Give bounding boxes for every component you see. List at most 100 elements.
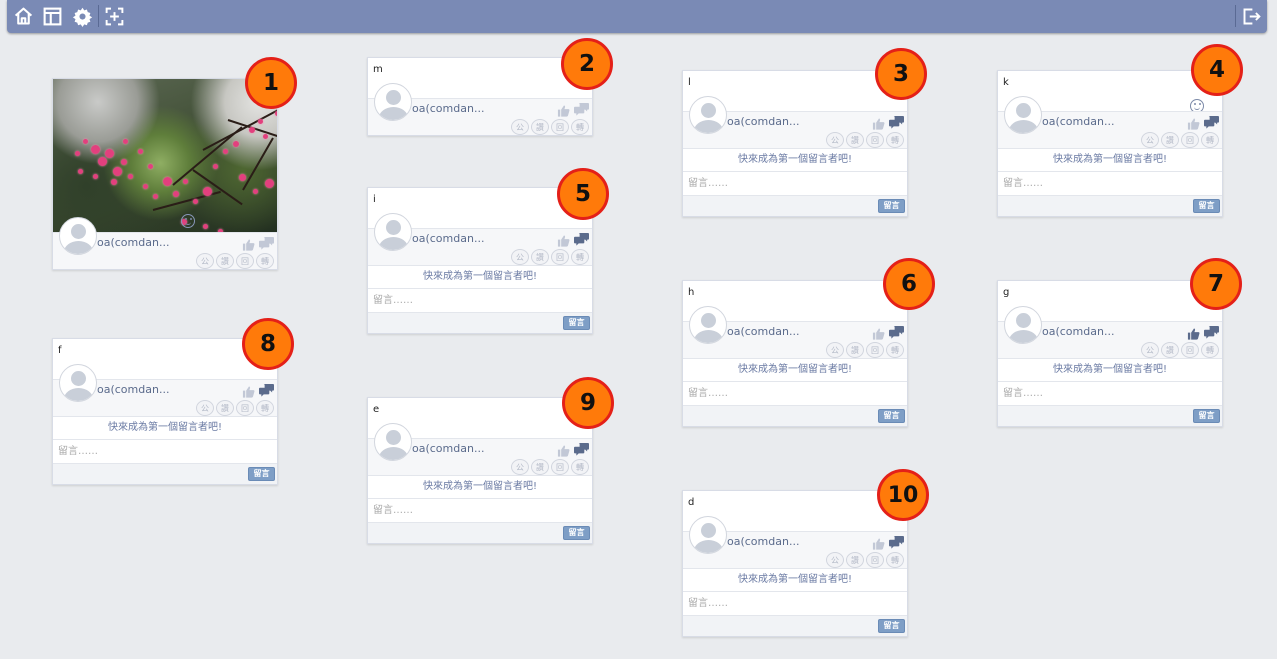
like-icon[interactable] [242,236,255,251]
note-card[interactable]: k oa(comdan... 公讚回轉快來成為第一個留言者吧! 留言…… 留言 [997,70,1223,217]
action-circle-button[interactable]: 公 [511,249,529,265]
comment-input[interactable]: 留言…… [998,381,1222,405]
comment-input[interactable]: 留言…… [368,498,592,522]
add-frame-icon[interactable] [102,4,126,28]
comment-icon[interactable] [889,534,904,549]
comment-icon[interactable] [259,235,274,250]
action-circle-button[interactable]: 回 [866,342,884,358]
action-circle-button[interactable]: 回 [1181,132,1199,148]
comment-input[interactable]: 留言…… [368,288,592,312]
like-icon[interactable] [872,325,885,340]
post-comment-button[interactable]: 留言 [878,619,905,633]
author-name[interactable]: oa(comdan... [412,442,484,455]
note-card[interactable]: i oa(comdan... 公讚回轉快來成為第一個留言者吧! 留言…… 留言 [367,187,593,334]
action-circle-button[interactable]: 讚 [846,132,864,148]
comment-input[interactable]: 留言…… [683,591,907,615]
action-circle-button[interactable]: 公 [196,253,214,269]
post-comment-button[interactable]: 留言 [878,199,905,213]
action-circle-button[interactable]: 回 [866,552,884,568]
action-circle-button[interactable]: 公 [826,132,844,148]
action-circle-button[interactable]: 公 [196,400,214,416]
like-icon[interactable] [872,535,885,550]
action-circle-button[interactable]: 公 [826,552,844,568]
action-circle-button[interactable]: 讚 [531,459,549,475]
note-card[interactable]: oa(comdan... 公讚回轉 [52,78,278,270]
author-name[interactable]: oa(comdan... [412,102,484,115]
comment-input[interactable]: 留言…… [53,439,277,463]
comment-icon[interactable] [574,231,589,246]
action-circle-button[interactable]: 轉 [886,552,904,568]
action-circle-button[interactable]: 讚 [846,342,864,358]
post-comment-button[interactable]: 留言 [563,526,590,540]
action-circle-button[interactable]: 讚 [531,119,549,135]
avatar[interactable] [1004,96,1042,134]
comment-input[interactable]: 留言…… [998,171,1222,195]
like-icon[interactable] [1187,325,1200,340]
note-card[interactable]: l oa(comdan... 公讚回轉快來成為第一個留言者吧! 留言…… 留言 [682,70,908,217]
action-circle-button[interactable]: 轉 [571,459,589,475]
action-circle-button[interactable]: 讚 [1161,132,1179,148]
gear-icon[interactable] [70,4,94,28]
author-name[interactable]: oa(comdan... [727,115,799,128]
note-card[interactable]: e oa(comdan... 公讚回轉快來成為第一個留言者吧! 留言…… 留言 [367,397,593,544]
author-name[interactable]: oa(comdan... [1042,115,1114,128]
author-name[interactable]: oa(comdan... [97,383,169,396]
action-circle-button[interactable]: 轉 [886,342,904,358]
comment-icon[interactable] [259,382,274,397]
note-card[interactable]: d oa(comdan... 公讚回轉快來成為第一個留言者吧! 留言…… 留言 [682,490,908,637]
action-circle-button[interactable]: 回 [1181,342,1199,358]
like-icon[interactable] [242,383,255,398]
logout-icon[interactable] [1239,4,1263,28]
like-icon[interactable] [557,232,570,247]
action-circle-button[interactable]: 轉 [256,400,274,416]
note-card[interactable]: h oa(comdan... 公讚回轉快來成為第一個留言者吧! 留言…… 留言 [682,280,908,427]
action-circle-button[interactable]: 轉 [886,132,904,148]
action-circle-button[interactable]: 公 [511,119,529,135]
action-circle-button[interactable]: 公 [511,459,529,475]
comment-icon[interactable] [574,101,589,116]
avatar[interactable] [689,516,727,554]
avatar[interactable] [59,364,97,402]
post-comment-button[interactable]: 留言 [248,467,275,481]
like-icon[interactable] [872,115,885,130]
action-circle-button[interactable]: 讚 [216,253,234,269]
action-circle-button[interactable]: 公 [1141,342,1159,358]
avatar[interactable] [1004,306,1042,344]
action-circle-button[interactable]: 回 [551,119,569,135]
note-card[interactable]: g oa(comdan... 公讚回轉快來成為第一個留言者吧! 留言…… 留言 [997,280,1223,427]
author-name[interactable]: oa(comdan... [727,325,799,338]
note-card[interactable]: m oa(comdan... 公讚回轉 [367,57,593,136]
action-circle-button[interactable]: 回 [236,400,254,416]
action-circle-button[interactable]: 轉 [571,249,589,265]
action-circle-button[interactable]: 轉 [571,119,589,135]
action-circle-button[interactable]: 讚 [531,249,549,265]
post-comment-button[interactable]: 留言 [1193,199,1220,213]
avatar[interactable] [374,213,412,251]
action-circle-button[interactable]: 讚 [846,552,864,568]
action-circle-button[interactable]: 轉 [1201,342,1219,358]
layout-icon[interactable] [40,4,64,28]
like-icon[interactable] [557,102,570,117]
action-circle-button[interactable]: 回 [551,459,569,475]
comment-icon[interactable] [1204,324,1219,339]
avatar[interactable] [689,96,727,134]
action-circle-button[interactable]: 回 [866,132,884,148]
post-comment-button[interactable]: 留言 [1193,409,1220,423]
avatar[interactable] [59,217,97,255]
note-card[interactable]: f oa(comdan... 公讚回轉快來成為第一個留言者吧! 留言…… 留言 [52,338,278,485]
comment-input[interactable]: 留言…… [683,171,907,195]
like-icon[interactable] [1187,115,1200,130]
comment-icon[interactable] [889,324,904,339]
home-icon[interactable] [11,4,35,28]
action-circle-button[interactable]: 回 [236,253,254,269]
action-circle-button[interactable]: 回 [551,249,569,265]
avatar[interactable] [374,83,412,121]
comment-icon[interactable] [574,441,589,456]
comment-icon[interactable] [1204,114,1219,129]
post-comment-button[interactable]: 留言 [878,409,905,423]
author-name[interactable]: oa(comdan... [412,232,484,245]
post-comment-button[interactable]: 留言 [563,316,590,330]
avatar[interactable] [374,423,412,461]
like-icon[interactable] [557,442,570,457]
action-circle-button[interactable]: 轉 [256,253,274,269]
